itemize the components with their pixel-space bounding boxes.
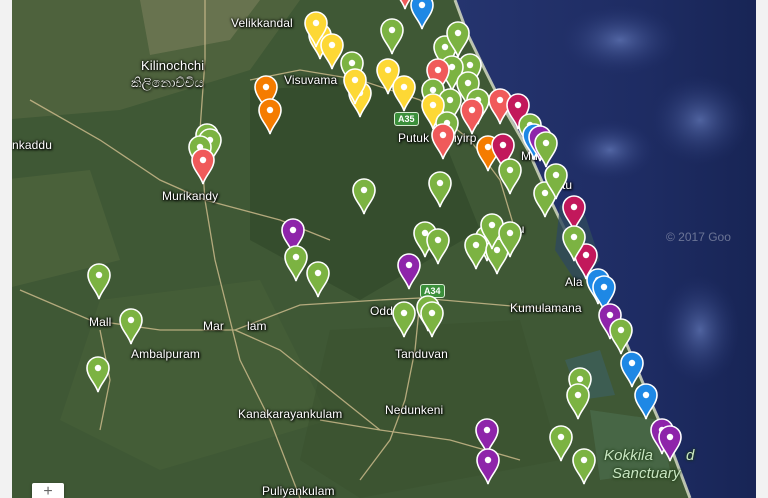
- map-pin-marker-blue[interactable]: [633, 382, 659, 420]
- place-label-oddusuddan: Odd: [370, 304, 393, 318]
- map-pin-marker-green[interactable]: [379, 17, 405, 55]
- map-pin-icon: [562, 225, 586, 262]
- map-pin-icon: [566, 383, 590, 420]
- map-pin-icon: [343, 68, 367, 105]
- place-label-kokkilai: Kokkila: [604, 447, 654, 464]
- place-label-kaddu: nkaddu: [12, 138, 52, 152]
- map-pin-icon: [352, 178, 376, 215]
- place-label-murikandy: Murikandy: [162, 189, 219, 203]
- map-pin-marker-green[interactable]: [561, 224, 587, 262]
- map-pin-icon: [380, 18, 404, 55]
- map-pin-icon: [428, 171, 452, 208]
- map-pin-marker-green[interactable]: [497, 220, 523, 258]
- place-label-mallavi: Mall: [89, 315, 112, 329]
- map-pin-marker-blue[interactable]: [409, 0, 435, 30]
- place-label-velikkandal: Velikkandal: [231, 16, 293, 30]
- map-pin-icon: [392, 75, 416, 112]
- map-pin-icon: [476, 448, 500, 485]
- map-pin-marker-orange[interactable]: [257, 97, 283, 135]
- map-pin-marker-green[interactable]: [427, 170, 453, 208]
- map-pin-icon: [392, 301, 416, 338]
- zoom-in-button[interactable]: +: [32, 483, 64, 498]
- place-label-putukudiyiruppu-start: Putuk: [398, 131, 430, 145]
- place-label-kumulamana: Kumulamana: [510, 301, 582, 315]
- left-page-margin: [0, 0, 12, 498]
- map-pin-icon: [304, 11, 328, 48]
- place-label-kilinochchi-sinhala: කිලිනොච්චිය: [131, 75, 204, 90]
- map-pin-marker-green[interactable]: [86, 262, 112, 300]
- place-label-mankulam-end: lam: [247, 319, 267, 333]
- map-pin-icon: [420, 301, 444, 338]
- map-pin-marker-purple[interactable]: [396, 252, 422, 290]
- place-label-puliyankulam: Puliyankulam: [262, 484, 335, 498]
- place-label-kilinochchi: Kilinochchi: [141, 58, 205, 73]
- map-pin-icon: [634, 383, 658, 420]
- map-pin-marker-green[interactable]: [351, 177, 377, 215]
- map-pin-marker-red[interactable]: [459, 97, 485, 135]
- map-pin-icon: [397, 253, 421, 290]
- map-pin-marker-yellow[interactable]: [342, 67, 368, 105]
- map-pin-marker-yellow[interactable]: [303, 10, 329, 48]
- map-pin-marker-purple[interactable]: [657, 424, 683, 462]
- map-pin-icon: [86, 356, 110, 393]
- road-shield-a35: A35: [394, 112, 419, 126]
- map-pin-icon: [498, 221, 522, 258]
- map-pin-icon: [87, 263, 111, 300]
- place-label-kanakarayankulam: Kanakarayankulam: [238, 407, 343, 421]
- map-pin-marker-green[interactable]: [118, 307, 144, 345]
- map-pin-icon: [426, 228, 450, 265]
- map-pin-marker-green[interactable]: [497, 157, 523, 195]
- place-label-nedunkeni: Nedunkeni: [385, 403, 444, 417]
- place-label-visuvamadu: Visuvama: [284, 73, 338, 87]
- place-label-mankulam-start: Mar: [203, 319, 224, 333]
- map-pin-icon: [498, 158, 522, 195]
- map-pin-marker-green[interactable]: [305, 260, 331, 298]
- map-pin-marker-yellow[interactable]: [391, 74, 417, 112]
- map-pin-marker-green[interactable]: [425, 227, 451, 265]
- map-pin-marker-red[interactable]: [190, 147, 216, 185]
- map-pin-marker-green[interactable]: [419, 300, 445, 338]
- map-pin-icon: [431, 123, 455, 160]
- map-pin-marker-red[interactable]: [430, 122, 456, 160]
- map-copyright-watermark: © 2017 Goo: [666, 230, 731, 244]
- place-label-sanctuary: Sanctuary: [612, 465, 681, 482]
- map-pin-icon: [658, 425, 682, 462]
- map-canvas[interactable]: Velikkandal Kilinochchi කිලිනොච්චිය Visu…: [0, 0, 768, 498]
- place-label-ambalpuram: Ambalpuram: [131, 347, 201, 361]
- map-pin-icon: [410, 0, 434, 30]
- map-pin-icon: [306, 261, 330, 298]
- map-pin-icon: [191, 148, 215, 185]
- map-pin-icon: [460, 98, 484, 135]
- place-label-kokkilai-tail: d: [686, 447, 695, 464]
- map-pin-marker-purple[interactable]: [475, 447, 501, 485]
- place-label-tanduvan: Tanduvan: [395, 347, 448, 361]
- map-pin-icon: [119, 308, 143, 345]
- map-pin-icon: [258, 98, 282, 135]
- map-pin-marker-green[interactable]: [565, 382, 591, 420]
- map-pin-icon: [572, 448, 596, 485]
- map-pin-marker-green[interactable]: [85, 355, 111, 393]
- map-pin-marker-green[interactable]: [571, 447, 597, 485]
- right-page-margin: [756, 0, 768, 498]
- map-pin-marker-green[interactable]: [391, 300, 417, 338]
